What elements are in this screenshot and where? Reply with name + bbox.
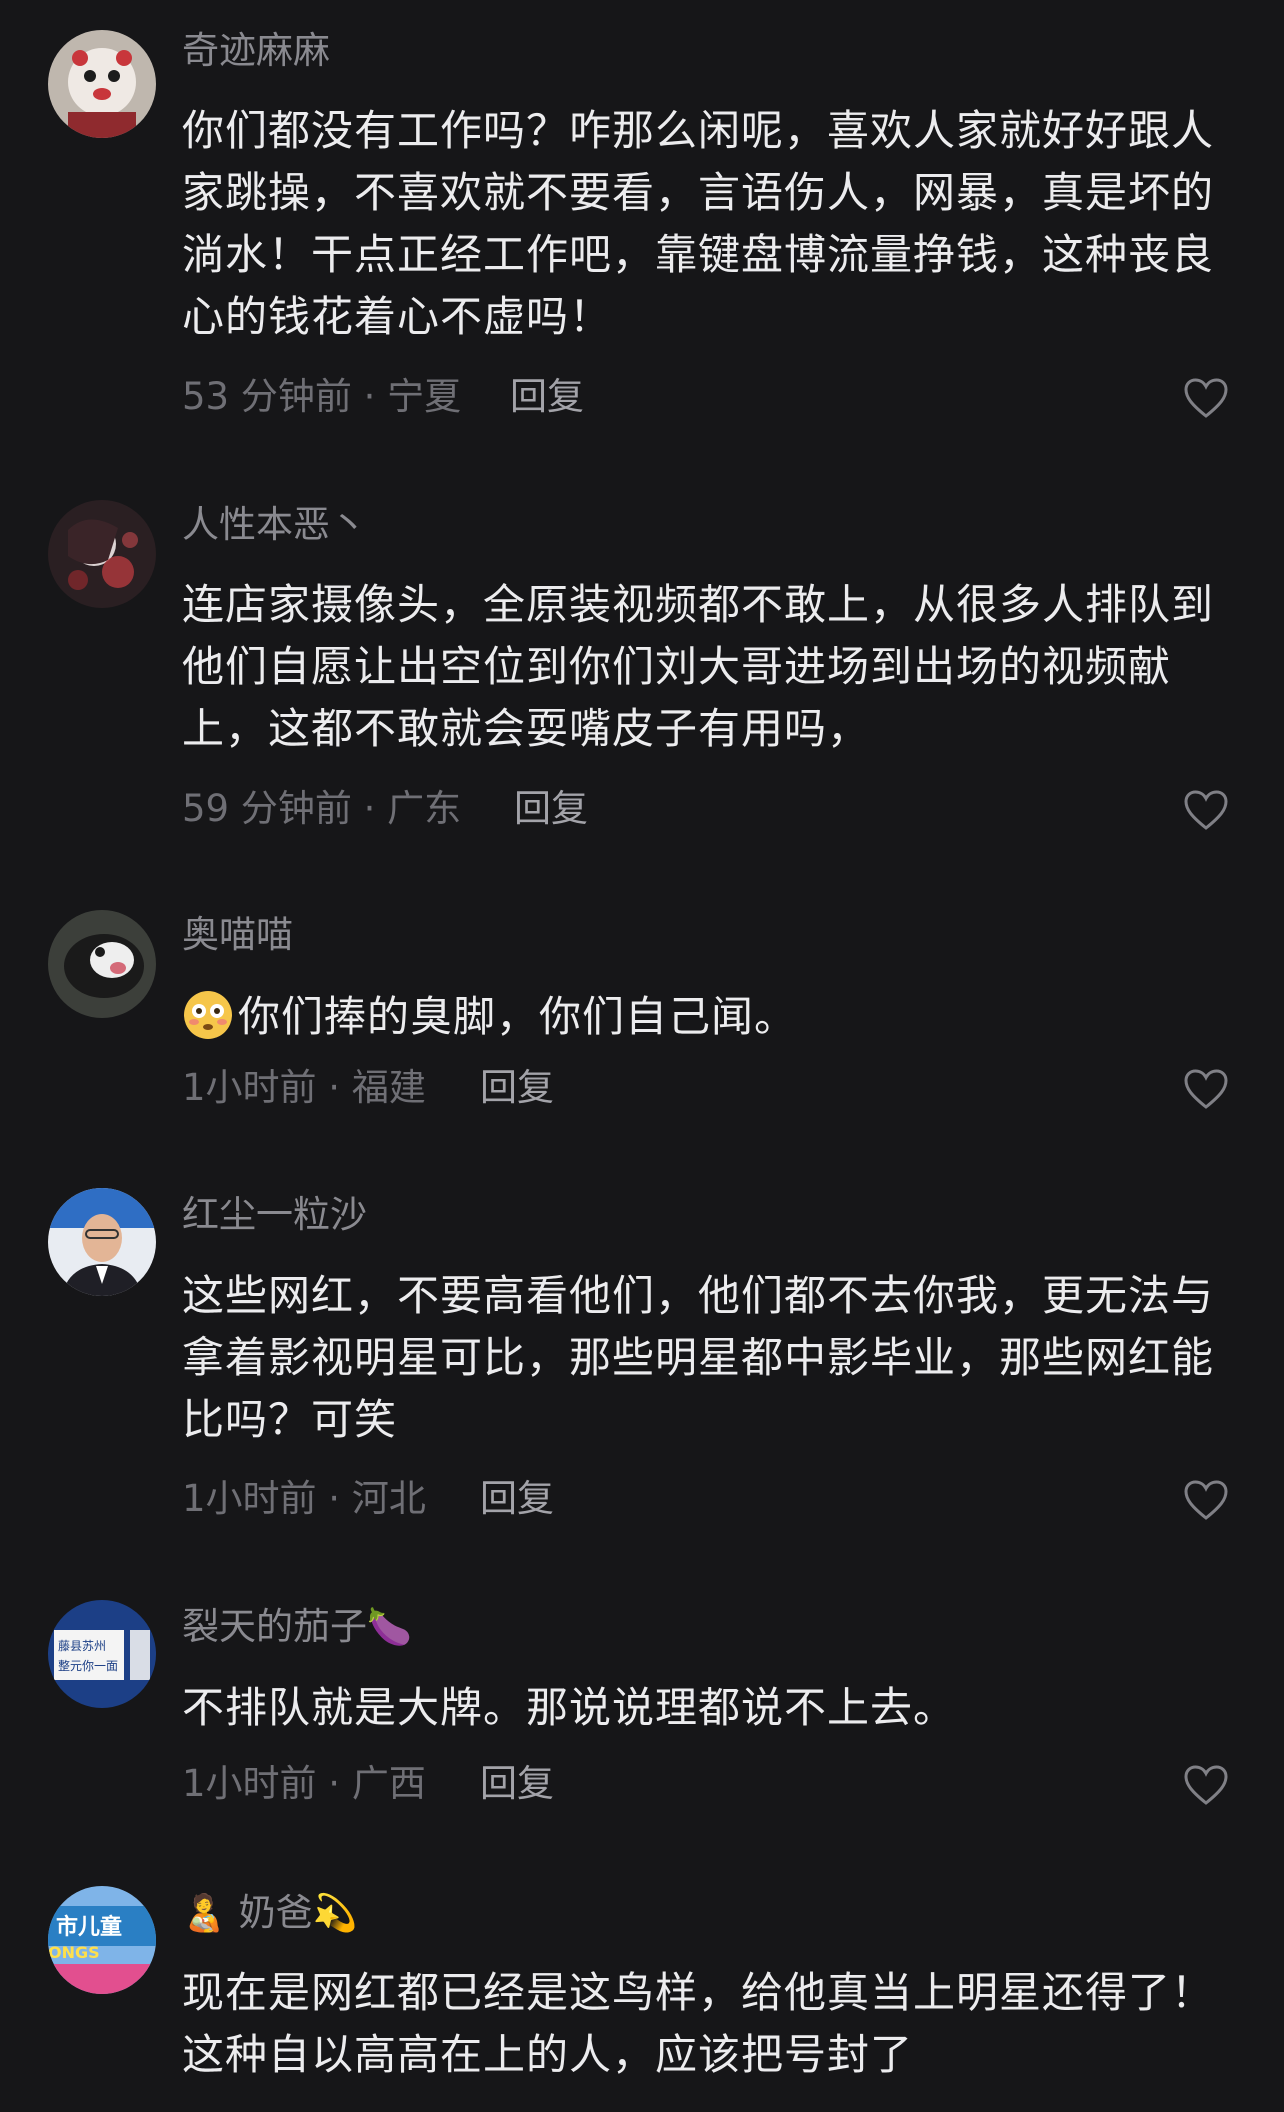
username[interactable]: 红尘一粒沙 [182, 1190, 367, 1240]
comment-text: 这些网红，不要高看他们，他们都不去你我，更无法与拿着影视明星可比，那些明星都中影… [182, 1271, 1215, 1444]
comment-meta: 1小时前 · 广西 [182, 1762, 426, 1805]
heart-icon[interactable] [1183, 789, 1229, 831]
comment-text: 现在是网红都已经是这鸟样，给他真当上明星还得了！这种自以高高在上的人，应该把号封… [182, 1968, 1215, 2079]
reply-button[interactable]: 回复 [480, 1759, 554, 1809]
avatar[interactable]: 藤县苏州 整元你一面 [48, 1600, 156, 1708]
avatar[interactable] [48, 500, 156, 608]
person-feeding-baby-icon: 🧑‍🍼 [182, 1893, 227, 1934]
heart-icon[interactable] [1183, 1479, 1229, 1521]
flushed-emoji-icon [184, 991, 232, 1039]
heart-icon[interactable] [1183, 1068, 1229, 1110]
comment-meta: 1小时前 · 福建 [182, 1066, 426, 1109]
reply-button[interactable]: 回复 [510, 372, 584, 422]
avatar[interactable]: 市儿童 ONGS [48, 1886, 156, 1994]
avatar-sign-text: 市儿童 [56, 1914, 122, 1940]
avatar-sign-text: ONGS [48, 1943, 100, 1962]
comment-meta: 59 分钟前 · 广东 [182, 787, 462, 830]
comment-text: 连店家摄像头，全原装视频都不敢上，从很多人排队到他们自愿让出空位到你们刘大哥进场… [182, 580, 1215, 753]
avatar-sign-text: 藤县苏州 [58, 1639, 106, 1653]
avatar-sign-text: 整元你一面 [58, 1658, 118, 1673]
reply-button[interactable]: 回复 [514, 784, 588, 834]
heart-icon[interactable] [1183, 1764, 1229, 1806]
username[interactable]: 裂天的茄子🍆 [182, 1602, 412, 1653]
comment-text: 你们都没有工作吗？咋那么闲呢，喜欢人家就好好跟人家跳操，不喜欢就不要看，言语伤人… [182, 106, 1215, 341]
comment-text-content: 你们捧的臭脚，你们自己闻。 [238, 992, 798, 1041]
comment-meta: 1小时前 · 河北 [182, 1477, 426, 1520]
username[interactable]: 奇迹麻麻 [182, 26, 330, 76]
avatar[interactable] [48, 30, 156, 138]
avatar[interactable] [48, 910, 156, 1018]
heart-icon[interactable] [1183, 377, 1229, 419]
comment-text: 不排队就是大牌。那说说理都说不上去。 [182, 1683, 957, 1732]
comment-text: 你们捧的臭脚，你们自己闻。 [182, 986, 1232, 1048]
eggplant-icon: 🍆 [367, 1607, 412, 1648]
username[interactable]: 人性本恶丶 [182, 500, 367, 550]
username[interactable]: 🧑‍🍼 奶爸💫 [182, 1888, 357, 1939]
username-text: 裂天的茄子 [182, 1605, 367, 1648]
reply-button[interactable]: 回复 [480, 1474, 554, 1524]
username-text: 奶爸 [238, 1891, 313, 1934]
username[interactable]: 奥喵喵 [182, 910, 293, 960]
comment-meta: 53 分钟前 · 宁夏 [182, 375, 462, 418]
avatar[interactable] [48, 1188, 156, 1296]
dizzy-icon: 💫 [312, 1893, 358, 1934]
reply-button[interactable]: 回复 [480, 1063, 554, 1113]
